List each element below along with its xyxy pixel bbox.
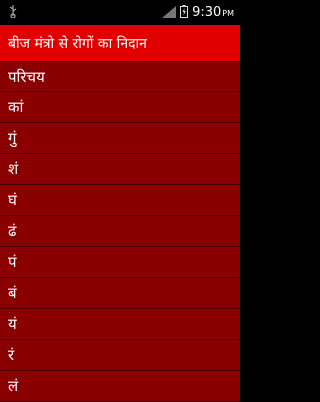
list-item[interactable]: ढं — [0, 216, 240, 247]
list-item[interactable]: कां — [0, 92, 240, 123]
list-item[interactable]: लं — [0, 371, 240, 402]
signal-icon — [162, 3, 177, 22]
list-item-label: रं — [8, 346, 15, 364]
list-item[interactable]: शं — [0, 154, 240, 185]
list-item-label: यं — [8, 315, 17, 333]
list-item-label: शं — [8, 160, 19, 178]
mantra-list: परिचय कां गुं शं घं ढं पं बं यं रं लं — [0, 61, 240, 402]
app-title: बीज मंत्रो से रोगों का निदान — [8, 35, 147, 52]
status-bar: 9:30PM — [0, 0, 240, 25]
list-item[interactable]: रं — [0, 340, 240, 371]
list-item-label: गुं — [8, 129, 17, 147]
clock-time: 9:30 — [192, 5, 222, 20]
list-item-label: घं — [8, 191, 17, 209]
app-title-bar: बीज मंत्रो से रोगों का निदान — [0, 25, 240, 61]
usb-icon — [8, 3, 18, 22]
list-item-label: ढं — [8, 222, 17, 240]
list-item-introduction[interactable]: परिचय — [0, 61, 240, 92]
list-item-label: कां — [8, 98, 24, 116]
list-item[interactable]: यं — [0, 309, 240, 340]
list-item[interactable]: घं — [0, 185, 240, 216]
list-item[interactable]: बं — [0, 278, 240, 309]
list-item-label: पं — [8, 253, 17, 271]
list-item[interactable]: गुं — [0, 123, 240, 154]
list-item-label: लं — [8, 377, 19, 395]
clock-ampm: PM — [222, 9, 234, 18]
battery-icon — [180, 3, 189, 22]
status-time: 9:30PM — [192, 5, 234, 20]
list-item-label: परिचय — [8, 67, 45, 86]
list-item[interactable]: पं — [0, 247, 240, 278]
list-item-label: बं — [8, 284, 17, 302]
